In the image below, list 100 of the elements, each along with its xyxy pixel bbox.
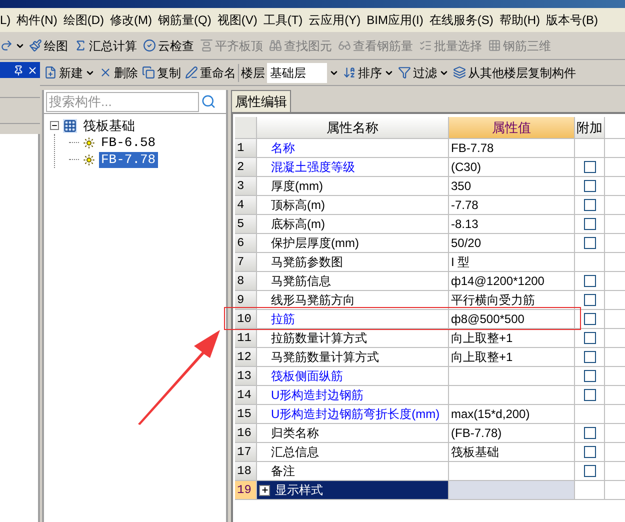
property-value[interactable]: 平行横向受力筋	[449, 291, 575, 309]
toolbar-button[interactable]: 云检查	[141, 34, 196, 56]
tree-item[interactable]: FB-7.78	[99, 152, 158, 168]
collapse-icon[interactable]	[50, 121, 59, 130]
property-name: 马凳筋参数图	[271, 254, 343, 271]
menu-item[interactable]: 构件(N)	[16, 11, 58, 29]
menu-item[interactable]: 版本号(B)	[546, 11, 598, 29]
toolbar-button[interactable]: 从其他楼层复制构件	[451, 62, 578, 84]
menu-item[interactable]: BIM应用(I)	[366, 11, 424, 29]
tool-icon	[44, 66, 57, 79]
property-name: U形构造封边钢筋弯折长度(mm)	[271, 406, 440, 423]
row-number: 6	[235, 234, 257, 252]
row-number: 2	[235, 158, 257, 176]
toolbar-button[interactable]: 删除	[97, 62, 140, 84]
menu-item[interactable]: L)	[0, 11, 11, 29]
checkbox[interactable]	[584, 351, 596, 363]
property-name: 马凳筋信息	[271, 273, 331, 290]
checkbox[interactable]	[584, 389, 596, 401]
menu-item[interactable]: 在线服务(S)	[429, 11, 494, 29]
property-name: 名称	[271, 140, 295, 157]
toolbar-button[interactable]: 汇总计算	[72, 34, 139, 56]
tool-icon	[200, 39, 213, 52]
tool-icon	[453, 66, 466, 79]
redo-icon[interactable]	[0, 39, 13, 52]
row-number: 5	[235, 215, 257, 233]
property-value[interactable]: FB-7.78	[449, 139, 575, 157]
tab[interactable]: 属性编辑	[231, 90, 291, 112]
row-number: 18	[235, 462, 257, 480]
property-value[interactable]: 向上取整+1	[449, 329, 575, 347]
checkbox[interactable]	[584, 275, 596, 287]
property-value[interactable]: ф14@1200*1200	[449, 272, 575, 290]
property-value[interactable]: 筏板基础	[449, 443, 575, 461]
checkbox[interactable]	[584, 446, 596, 458]
menu-item[interactable]: 钢筋量(Q)	[158, 11, 212, 29]
row-number: 13	[235, 367, 257, 385]
property-name: 显示样式	[275, 482, 323, 499]
property-name: 保护层厚度(mm)	[271, 235, 359, 252]
row-number: 17	[235, 443, 257, 461]
checkbox[interactable]	[584, 332, 596, 344]
close-icon[interactable]	[27, 64, 38, 76]
tool-icon	[343, 66, 356, 79]
property-name: 马凳筋数量计算方式	[271, 349, 379, 366]
property-value[interactable]: max(15*d,200)	[449, 405, 575, 423]
checkbox[interactable]	[584, 313, 596, 325]
search-icon[interactable]	[201, 94, 216, 109]
checkbox[interactable]	[584, 218, 596, 230]
toolbar-button[interactable]: 重命名	[183, 62, 238, 84]
row-number: 16	[235, 424, 257, 442]
property-value[interactable]: (FB-7.78)	[449, 424, 575, 442]
menu-item[interactable]: 修改(M)	[110, 11, 152, 29]
property-name: U形构造封边钢筋	[271, 387, 364, 404]
menu-item[interactable]: 帮助(H)	[499, 11, 540, 29]
property-value[interactable]: (C30)	[449, 158, 575, 176]
checkbox[interactable]	[584, 465, 596, 477]
row-number: 19	[235, 481, 257, 499]
menu-item[interactable]: 工具(T)	[263, 11, 303, 29]
toolbar-button[interactable]: 排序	[341, 62, 396, 84]
toolbar-button[interactable]: 过滤	[396, 62, 451, 84]
toolbar-button[interactable]: 复制	[140, 62, 183, 84]
toolbar-button[interactable]: 绘图	[27, 34, 70, 56]
checkbox[interactable]	[584, 427, 596, 439]
checkbox[interactable]	[584, 294, 596, 306]
toolbar-button[interactable]: 新建	[42, 62, 97, 84]
property-name: 线形马凳筋方向	[271, 292, 355, 309]
tool-icon	[99, 66, 112, 79]
tree-item[interactable]: 筏板基础	[81, 118, 137, 134]
menu-item[interactable]: 云应用(Y)	[308, 11, 361, 29]
column-header: 属性名称	[257, 117, 449, 138]
property-value[interactable]: I 型	[449, 253, 575, 271]
property-value[interactable]: -8.13	[449, 215, 575, 233]
checkbox[interactable]	[584, 199, 596, 211]
menu-item[interactable]: 绘图(D)	[63, 11, 104, 29]
tool-icon	[143, 39, 156, 52]
expand-icon[interactable]	[259, 484, 270, 496]
property-value[interactable]: 350	[449, 177, 575, 195]
property-name: 顶标高(m)	[271, 197, 325, 214]
floor-dropdown[interactable]: 基础层	[267, 62, 341, 82]
checkbox[interactable]	[584, 237, 596, 249]
tool-icon	[185, 66, 198, 79]
checkbox[interactable]	[584, 161, 596, 173]
property-value[interactable]: ф8@500*500	[449, 310, 575, 328]
row-number: 9	[235, 291, 257, 309]
property-name: 筏板侧面纵筋	[271, 368, 343, 385]
property-value[interactable]: 50/20	[449, 234, 575, 252]
property-name: 拉筋数量计算方式	[271, 330, 367, 347]
property-name: 备注	[271, 463, 295, 480]
property-name: 底标高(m)	[271, 216, 325, 233]
property-name: 归类名称	[271, 425, 319, 442]
tool-icon	[419, 39, 432, 52]
tool-icon	[398, 66, 411, 79]
pin-icon[interactable]	[13, 64, 24, 76]
search-field[interactable]: 搜索构件...	[46, 92, 199, 112]
tree-item[interactable]: FB-6.58	[99, 134, 158, 150]
row-number: 14	[235, 386, 257, 404]
checkbox[interactable]	[584, 180, 596, 192]
property-value[interactable]: 向上取整+1	[449, 348, 575, 366]
tool-icon	[338, 39, 351, 52]
checkbox[interactable]	[584, 370, 596, 382]
menu-item[interactable]: 视图(V)	[217, 11, 258, 29]
property-value[interactable]: -7.78	[449, 196, 575, 214]
